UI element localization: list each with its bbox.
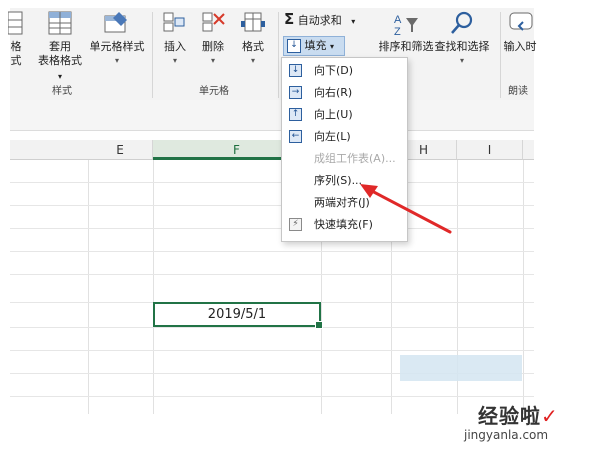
blurred-region <box>400 355 522 381</box>
checkmark-icon: ✓ <box>541 404 559 428</box>
watermark-url: jingyanla.com <box>464 428 549 442</box>
annotation-arrow-icon <box>360 184 452 234</box>
watermark-logo: 经验啦✓ <box>478 400 559 429</box>
watermark-text: 经验啦 <box>478 404 541 428</box>
